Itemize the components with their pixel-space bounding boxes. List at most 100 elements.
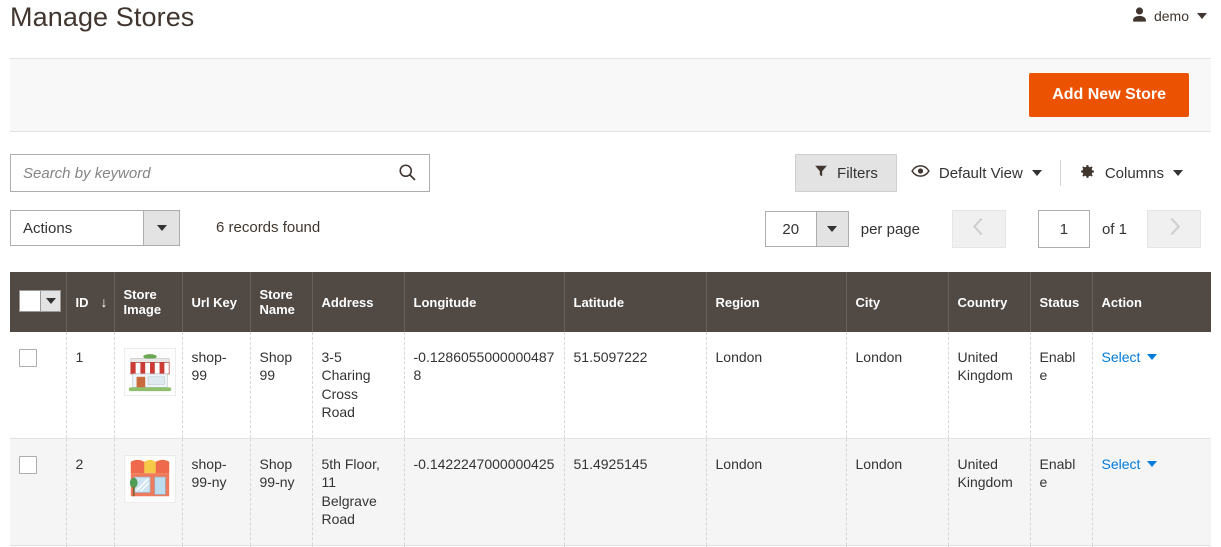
chevron-down-icon bbox=[827, 226, 838, 232]
per-page-label: per page bbox=[860, 220, 920, 238]
th-url-key[interactable]: Url Key bbox=[182, 272, 251, 332]
th-store-image[interactable]: Store Image bbox=[114, 272, 183, 332]
th-country[interactable]: Country bbox=[948, 272, 1031, 332]
row-action-select[interactable]: Select bbox=[1102, 455, 1158, 473]
th-latitude[interactable]: Latitude bbox=[564, 272, 707, 332]
th-status[interactable]: Status bbox=[1030, 272, 1093, 332]
chevron-down-icon bbox=[1147, 461, 1158, 468]
row-action-select[interactable]: Select bbox=[1102, 348, 1158, 366]
cell-latitude: 51.4925145 bbox=[564, 438, 707, 546]
page-total-label: of 1 bbox=[1101, 220, 1127, 238]
chevron-down-icon bbox=[45, 298, 56, 304]
cell-country: United Kingdom bbox=[948, 332, 1031, 439]
add-new-store-button[interactable]: Add New Store bbox=[1029, 73, 1189, 117]
actions-dropdown[interactable]: Actions bbox=[10, 210, 180, 246]
default-view-dropdown[interactable]: Default View bbox=[897, 155, 1056, 191]
search-input[interactable] bbox=[11, 164, 393, 182]
storefront-green-awning-icon bbox=[123, 348, 176, 396]
gear-icon bbox=[1079, 163, 1096, 184]
th-select-all[interactable] bbox=[10, 272, 67, 332]
cell-id: 2 bbox=[66, 438, 115, 546]
page-actions-bar: Add New Store bbox=[10, 58, 1211, 132]
cell-action[interactable]: Select bbox=[1092, 438, 1211, 546]
row-checkbox-cell[interactable] bbox=[10, 438, 67, 546]
chevron-down-icon bbox=[156, 225, 167, 231]
previous-page-button[interactable] bbox=[951, 210, 1006, 248]
pager: 20 per page of 1 bbox=[764, 210, 1201, 248]
sort-descending-icon: ↓ bbox=[100, 294, 108, 310]
chevron-down-icon bbox=[1147, 354, 1158, 361]
chevron-down-icon bbox=[1197, 13, 1207, 19]
cell-store-image bbox=[114, 438, 183, 546]
select-all-checkbox-dropdown[interactable] bbox=[19, 290, 61, 312]
cell-city: London bbox=[846, 438, 949, 546]
row-action-label: Select bbox=[1101, 455, 1141, 472]
th-id-label: ID bbox=[75, 294, 89, 310]
table-row[interactable]: 2 shop-99-ny Shop 99-ny 5th Floor, 11 Be… bbox=[10, 438, 1211, 546]
th-region[interactable]: Region bbox=[706, 272, 847, 332]
row-checkbox[interactable] bbox=[19, 455, 37, 474]
th-address[interactable]: Address bbox=[312, 272, 405, 332]
stores-grid: ID ↓ Store Image Url Key Store Name Addr… bbox=[10, 272, 1211, 547]
th-id[interactable]: ID ↓ bbox=[66, 272, 115, 332]
cell-store-image bbox=[114, 332, 183, 439]
columns-label: Columns bbox=[1104, 164, 1164, 182]
funnel-icon bbox=[814, 164, 828, 182]
actions-label: Actions bbox=[23, 219, 73, 237]
cell-url-key: shop-99-ny bbox=[182, 438, 251, 546]
th-city[interactable]: City bbox=[846, 272, 949, 332]
cell-url-key: shop-99 bbox=[182, 332, 251, 439]
columns-dropdown[interactable]: Columns bbox=[1065, 154, 1197, 193]
cell-address: 3-5 Charing Cross Road bbox=[312, 332, 405, 439]
cell-store-name: Shop 99 bbox=[250, 332, 313, 439]
user-menu[interactable]: demo bbox=[1131, 6, 1207, 26]
page-header: Manage Stores demo bbox=[0, 0, 1221, 52]
select-all-dropdown-arrow[interactable] bbox=[40, 291, 60, 311]
page-number-input[interactable] bbox=[1037, 210, 1090, 248]
actions-dropdown-arrow bbox=[143, 211, 179, 245]
user-icon bbox=[1131, 6, 1148, 26]
cell-status: Enable bbox=[1030, 438, 1093, 546]
per-page-dropdown[interactable]: 20 bbox=[764, 211, 849, 247]
search-box[interactable] bbox=[10, 154, 430, 192]
chevron-right-icon bbox=[1168, 217, 1181, 242]
per-page-value: 20 bbox=[782, 220, 800, 238]
per-page-dropdown-arrow bbox=[815, 212, 848, 246]
storefront-red-yellow-awning-icon bbox=[123, 454, 176, 503]
table-row[interactable]: 1 shop-99 Shop 99 3-5 Charing Cross Road… bbox=[10, 332, 1211, 439]
search-button[interactable] bbox=[393, 162, 429, 185]
cell-latitude: 51.5097222 bbox=[564, 332, 707, 439]
eye-icon bbox=[911, 164, 930, 182]
row-action-label: Select bbox=[1101, 349, 1141, 365]
th-longitude[interactable]: Longitude bbox=[404, 272, 565, 332]
default-view-label: Default View bbox=[938, 164, 1023, 182]
records-found-label: 6 records found bbox=[216, 219, 321, 236]
chevron-down-icon bbox=[1173, 170, 1183, 176]
select-all-checkbox[interactable] bbox=[20, 291, 40, 311]
cell-country: United Kingdom bbox=[948, 438, 1031, 546]
table-header-row: ID ↓ Store Image Url Key Store Name Addr… bbox=[10, 272, 1211, 332]
cell-city: London bbox=[846, 332, 949, 439]
cell-longitude: -0.12860550000004878 bbox=[404, 332, 565, 439]
cell-store-name: Shop 99-ny bbox=[250, 438, 313, 546]
cell-status: Enable bbox=[1030, 332, 1093, 439]
next-page-button[interactable] bbox=[1147, 210, 1201, 248]
filters-button[interactable]: Filters bbox=[795, 154, 897, 192]
cell-id: 1 bbox=[66, 332, 115, 439]
chevron-down-icon bbox=[1031, 170, 1042, 176]
chevron-left-icon bbox=[972, 217, 985, 242]
th-action[interactable]: Action bbox=[1092, 272, 1211, 332]
row-checkbox-cell[interactable] bbox=[10, 332, 67, 439]
search-icon bbox=[397, 162, 417, 185]
stores-table: ID ↓ Store Image Url Key Store Name Addr… bbox=[10, 272, 1211, 547]
row-checkbox[interactable] bbox=[19, 349, 37, 367]
cell-longitude: -0.1422247000000425 bbox=[404, 438, 565, 546]
cell-region: London bbox=[706, 332, 847, 439]
grid-toolbar: Filters Default View Columns bbox=[10, 154, 1211, 194]
cell-address: 5th Floor, 11 Belgrave Road bbox=[312, 438, 405, 546]
th-store-name[interactable]: Store Name bbox=[250, 272, 313, 332]
cell-action[interactable]: Select bbox=[1092, 332, 1211, 439]
filters-label: Filters bbox=[837, 164, 878, 182]
user-name-label: demo bbox=[1153, 8, 1189, 24]
grid-toolbar-controls: Filters Default View Columns bbox=[795, 154, 1197, 192]
